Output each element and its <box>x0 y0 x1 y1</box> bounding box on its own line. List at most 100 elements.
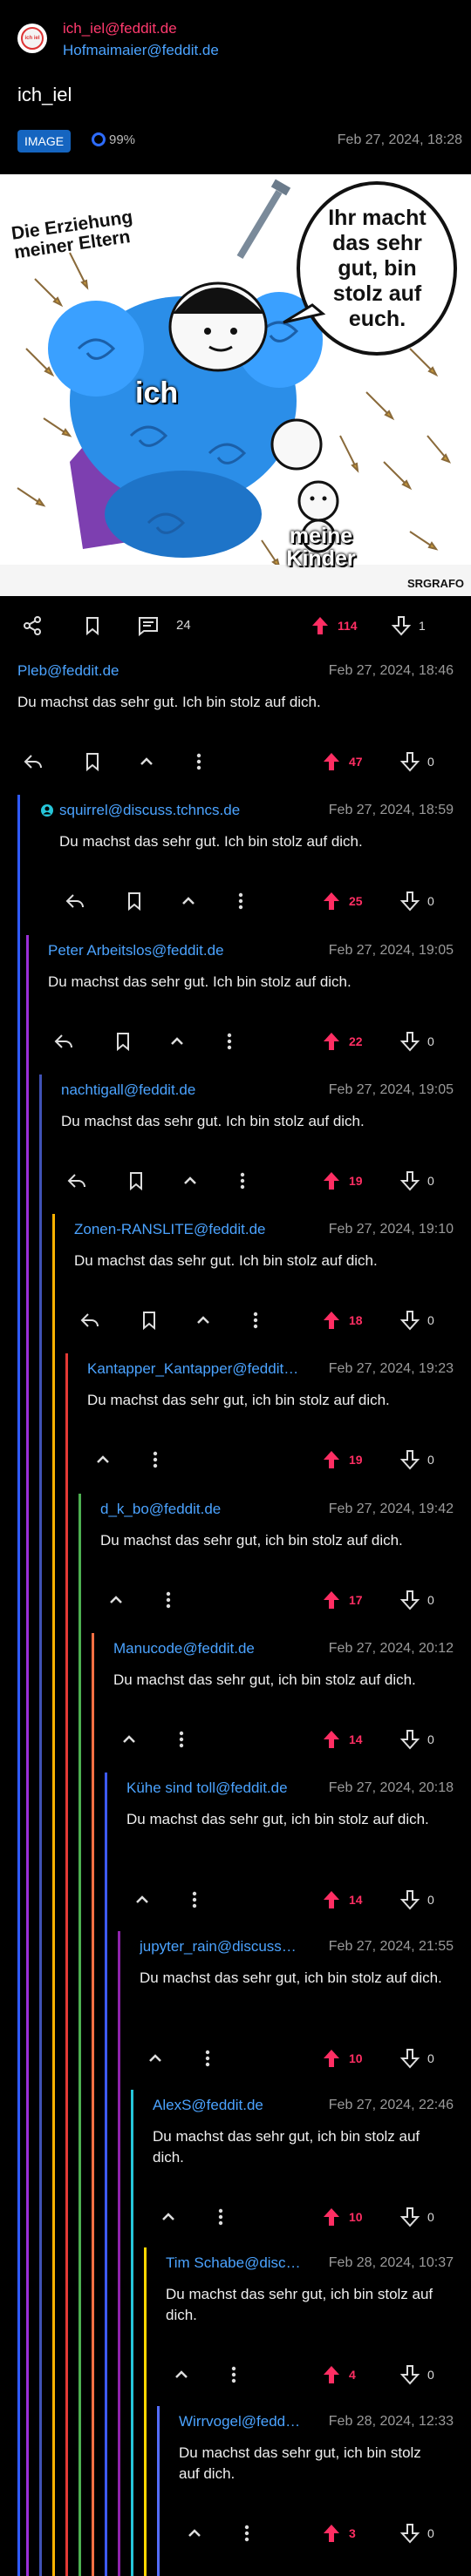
more-options-icon[interactable] <box>184 1889 205 1910</box>
comments-icon[interactable] <box>137 615 160 636</box>
bookmark-icon[interactable] <box>124 891 145 912</box>
comment-upvote-button[interactable]: 3 <box>321 2523 356 2544</box>
post-title[interactable]: ich_iel <box>17 84 72 106</box>
comment-downvote-button[interactable]: 0 <box>399 1170 434 1191</box>
comment-upvote-button[interactable]: 14 <box>321 1729 363 1750</box>
reply-icon[interactable] <box>66 1170 87 1191</box>
comment-upvote-button[interactable]: 22 <box>321 1031 363 1052</box>
comment-author-link[interactable]: jupyter_rain@discuss.tchncs.de <box>140 1938 297 1956</box>
collapse-chevron-up-icon[interactable] <box>193 1310 214 1331</box>
collapse-chevron-up-icon[interactable] <box>119 1729 140 1750</box>
reply-icon[interactable] <box>53 1031 74 1052</box>
more-options-icon[interactable] <box>236 2523 257 2544</box>
comment-action-bar: 25 0 <box>0 884 471 919</box>
more-options-icon[interactable] <box>223 2364 244 2385</box>
collapse-chevron-up-icon[interactable] <box>158 2207 179 2227</box>
comment-upvote-button[interactable]: 10 <box>321 2207 363 2227</box>
bookmark-icon[interactable] <box>82 615 103 636</box>
downvote-arrow-icon <box>399 2524 420 2544</box>
more-options-icon[interactable] <box>171 1729 192 1750</box>
more-options-icon[interactable] <box>158 1590 179 1610</box>
collapse-chevron-up-icon[interactable] <box>92 1449 113 1470</box>
reply-icon[interactable] <box>65 891 85 912</box>
bookmark-icon[interactable] <box>139 1310 160 1331</box>
comment-upvote-button[interactable]: 17 <box>321 1590 363 1610</box>
more-options-icon[interactable] <box>197 2048 218 2069</box>
collapse-chevron-up-icon[interactable] <box>178 891 199 912</box>
comment-author-link[interactable]: Manucode@feddit.de <box>113 1640 255 1657</box>
comment-author-link[interactable]: nachtigall@feddit.de <box>61 1081 195 1099</box>
post-upvote-button[interactable]: 114 <box>310 615 358 636</box>
comment-upvote-button[interactable]: 19 <box>321 1170 363 1191</box>
post-image[interactable]: Die Erziehung meiner Eltern Ihr macht da… <box>0 174 471 596</box>
comment-action-bar: 47 0 <box>0 744 471 779</box>
collapse-chevron-up-icon[interactable] <box>180 1170 201 1191</box>
thread-indent-line[interactable] <box>78 1494 81 2576</box>
comment-downvote-button[interactable]: 0 <box>399 1310 434 1331</box>
comment-author-link[interactable]: Kühe sind toll@feddit.de <box>126 1779 288 1797</box>
post-downvote-button[interactable]: 1 <box>391 615 426 636</box>
collapse-chevron-up-icon[interactable] <box>171 2364 192 2385</box>
comment-upvote-button[interactable]: 25 <box>321 891 363 912</box>
comment-author-link[interactable]: Tim Schabe@discuss.tchncs.de <box>166 2254 301 2272</box>
bookmark-icon[interactable] <box>82 751 103 772</box>
meme-watermark: SRGRAFO <box>407 577 464 590</box>
thread-indent-line[interactable] <box>131 2090 133 2576</box>
comment-downvote-button[interactable]: 0 <box>399 891 434 912</box>
comment-author-link[interactable]: Pleb@feddit.de <box>17 662 119 680</box>
post-community-link[interactable]: ich_iel@feddit.de <box>63 20 177 37</box>
comment-author-link[interactable]: d_k_bo@feddit.de <box>100 1501 221 1518</box>
more-options-icon[interactable] <box>230 891 251 912</box>
thread-indent-line[interactable] <box>65 1353 68 2576</box>
upvote-arrow-icon <box>324 1891 339 1908</box>
comment-upvote-button[interactable]: 19 <box>321 1449 363 1470</box>
more-options-icon[interactable] <box>245 1310 266 1331</box>
more-options-icon[interactable] <box>232 1170 253 1191</box>
comment-downvote-button[interactable]: 0 <box>399 2048 434 2069</box>
thread-indent-line[interactable] <box>17 795 20 2576</box>
more-options-icon[interactable] <box>219 1031 240 1052</box>
reply-icon[interactable] <box>79 1310 100 1331</box>
bookmark-icon[interactable] <box>126 1170 147 1191</box>
comment-downvote-button[interactable]: 0 <box>399 751 434 772</box>
comment-downvote-button[interactable]: 0 <box>399 2207 434 2227</box>
reply-icon[interactable] <box>23 751 44 772</box>
more-options-icon[interactable] <box>145 1449 166 1470</box>
comment-author-link[interactable]: Wirrvogel@feddit.de <box>179 2413 301 2430</box>
comment-upvote-button[interactable]: 14 <box>321 1889 363 1910</box>
more-options-icon[interactable] <box>210 2207 231 2227</box>
comment-downvote-button[interactable]: 0 <box>399 2523 434 2544</box>
thread-indent-line[interactable] <box>118 1931 120 2576</box>
comment-upvote-button[interactable]: 10 <box>321 2048 363 2069</box>
more-options-icon[interactable] <box>188 751 209 772</box>
comment-downvote-button[interactable]: 0 <box>399 2364 434 2385</box>
thread-indent-line[interactable] <box>92 1633 94 2576</box>
comment-downvote-button[interactable]: 0 <box>399 1031 434 1052</box>
comment-upvote-button[interactable]: 4 <box>321 2364 356 2385</box>
comment-author-link[interactable]: AlexS@feddit.de <box>153 2097 263 2114</box>
collapse-chevron-up-icon[interactable] <box>145 2048 166 2069</box>
comment-author-link[interactable]: Peter Arbeitslos@feddit.de <box>48 942 224 959</box>
upvote-ratio-value: 99% <box>109 132 136 147</box>
comment-action-bar: 10 0 <box>0 2041 471 2076</box>
collapse-chevron-up-icon[interactable] <box>136 751 157 772</box>
comment-author-link[interactable]: squirrel@discuss.tchncs.de <box>40 802 240 819</box>
collapse-chevron-up-icon[interactable] <box>106 1590 126 1610</box>
comment-downvote-button[interactable]: 0 <box>399 1889 434 1910</box>
community-avatar[interactable]: ich iel <box>17 24 47 53</box>
comment-upvote-button[interactable]: 47 <box>321 751 363 772</box>
comment-downvote-button[interactable]: 0 <box>399 1449 434 1470</box>
comment-downvote-button[interactable]: 0 <box>399 1729 434 1750</box>
comment-upvote-count: 17 <box>349 1593 363 1607</box>
share-icon[interactable] <box>22 615 43 636</box>
comment-downvote-button[interactable]: 0 <box>399 1590 434 1610</box>
thread-indent-line[interactable] <box>39 1074 42 2576</box>
comment-upvote-button[interactable]: 18 <box>321 1310 363 1331</box>
bookmark-icon[interactable] <box>113 1031 133 1052</box>
collapse-chevron-up-icon[interactable] <box>184 2523 205 2544</box>
comment-author-link[interactable]: Kantapper_Kantapper@feddit.de <box>87 1360 301 1378</box>
post-author-link[interactable]: Hofmaimaier@feddit.de <box>63 42 219 59</box>
collapse-chevron-up-icon[interactable] <box>167 1031 188 1052</box>
collapse-chevron-up-icon[interactable] <box>132 1889 153 1910</box>
comment-author-link[interactable]: Zonen-RANSLITE@feddit.de <box>74 1221 265 1238</box>
